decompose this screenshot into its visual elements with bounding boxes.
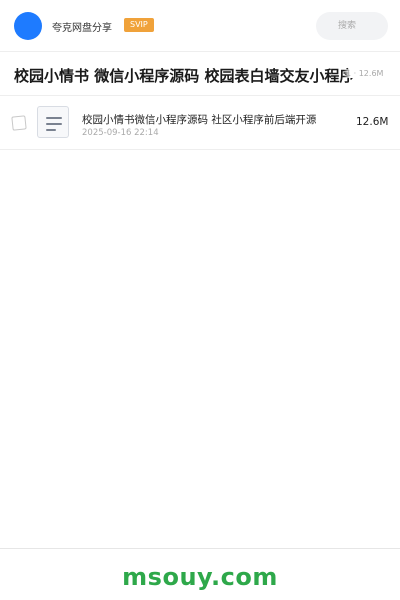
app-header: 夸克网盘分享 SVIP bbox=[0, 0, 400, 52]
file-size: 12.6M bbox=[356, 116, 389, 128]
user-name: 夸克网盘分享 bbox=[52, 23, 112, 34]
list-item[interactable]: 校园小情书微信小程序源码 社区小程序前后端开源 2025-09-16 22:14… bbox=[0, 96, 400, 150]
footer-brand[interactable]: msouy.com bbox=[122, 563, 278, 591]
search-input[interactable] bbox=[316, 12, 388, 40]
share-meta: 1 · 12.6M bbox=[344, 69, 384, 78]
document-icon bbox=[37, 106, 69, 138]
svip-badge: SVIP bbox=[124, 18, 154, 32]
file-modified-time: 2025-09-16 22:14 bbox=[82, 128, 159, 138]
avatar[interactable] bbox=[14, 12, 42, 40]
file-name: 校园小情书微信小程序源码 社区小程序前后端开源 bbox=[82, 114, 317, 126]
footer: msouy.com bbox=[0, 548, 400, 600]
page-title: 校园小情书 微信小程序源码 校园表白墙交友小程序 bbox=[14, 67, 354, 85]
file-checkbox[interactable] bbox=[11, 115, 27, 131]
share-title-bar: 校园小情书 微信小程序源码 校园表白墙交友小程序 1 · 12.6M bbox=[0, 52, 400, 96]
